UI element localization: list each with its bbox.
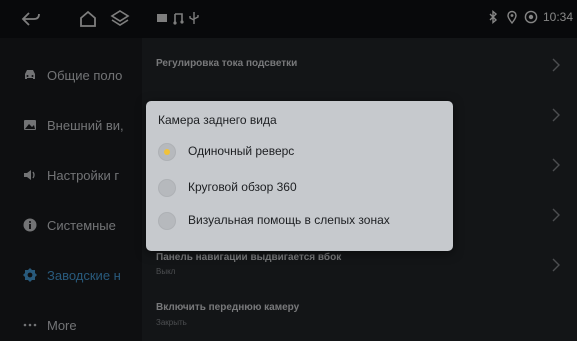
dialog-title: Камера заднего вида <box>158 113 277 127</box>
option-blind-spot[interactable]: Визуальная помощь в слепых зонах <box>146 206 453 236</box>
option-label: Круговой обзор 360 <box>188 180 297 194</box>
option-surround-360[interactable]: Круговой обзор 360 <box>146 173 453 203</box>
option-label: Визуальная помощь в слепых зонах <box>188 213 390 227</box>
option-label: Одиночный реверс <box>188 144 295 158</box>
radio-unchecked-icon[interactable] <box>158 212 176 230</box>
radio-unchecked-icon[interactable] <box>158 179 176 197</box>
option-single-reverse[interactable]: Одиночный реверс <box>146 137 453 167</box>
radio-checked-icon[interactable] <box>158 143 176 161</box>
rear-camera-dialog: Камера заднего вида Одиночный реверс Кру… <box>146 101 453 251</box>
settings-screen: 10:34 Общие поло Внешний ви, Настройки г <box>0 0 577 341</box>
